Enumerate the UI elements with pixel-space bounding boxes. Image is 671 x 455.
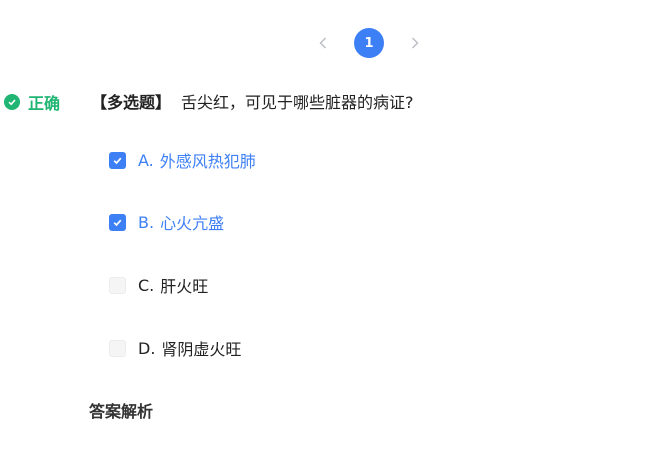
quiz-page: 1 正确 【多选题】 舌尖红，可见于哪些脏器的病证? A. 外感风热犯肺 B. 心… bbox=[0, 0, 671, 455]
option-a[interactable]: A. 外感风热犯肺 bbox=[109, 148, 256, 172]
checkbox-unchecked-icon[interactable] bbox=[109, 276, 126, 294]
checkbox-checked-icon[interactable] bbox=[109, 151, 126, 169]
option-key: A. bbox=[138, 150, 154, 170]
option-key: D. bbox=[138, 338, 156, 358]
checkbox-checked-icon[interactable] bbox=[109, 213, 126, 231]
chevron-right-icon[interactable] bbox=[404, 29, 426, 57]
answer-analysis-heading[interactable]: 答案解析 bbox=[89, 398, 153, 422]
question-type: 【多选题】 bbox=[91, 93, 172, 112]
question-stem: 【多选题】 舌尖红，可见于哪些脏器的病证? bbox=[91, 89, 414, 113]
option-d[interactable]: D. 肾阴虚火旺 bbox=[109, 336, 241, 360]
chevron-left-icon[interactable] bbox=[312, 29, 334, 57]
option-text: 心火亢盛 bbox=[160, 214, 225, 233]
option-key: C. bbox=[138, 275, 155, 295]
option-text: 外感风热犯肺 bbox=[159, 152, 256, 171]
checkbox-unchecked-icon[interactable] bbox=[109, 339, 126, 357]
result-badge: 正确 bbox=[4, 90, 60, 114]
option-key: B. bbox=[138, 212, 155, 232]
option-c[interactable]: C. 肝火旺 bbox=[109, 273, 208, 297]
option-text: 肾阴虚火旺 bbox=[161, 340, 242, 359]
pagination: 1 bbox=[312, 28, 426, 58]
page-number-current[interactable]: 1 bbox=[354, 28, 384, 58]
option-text: 肝火旺 bbox=[160, 277, 209, 296]
result-label: 正确 bbox=[28, 94, 61, 113]
option-b[interactable]: B. 心火亢盛 bbox=[109, 210, 224, 234]
question-text: 舌尖红，可见于哪些脏器的病证? bbox=[181, 93, 414, 112]
check-circle-icon bbox=[4, 94, 20, 110]
